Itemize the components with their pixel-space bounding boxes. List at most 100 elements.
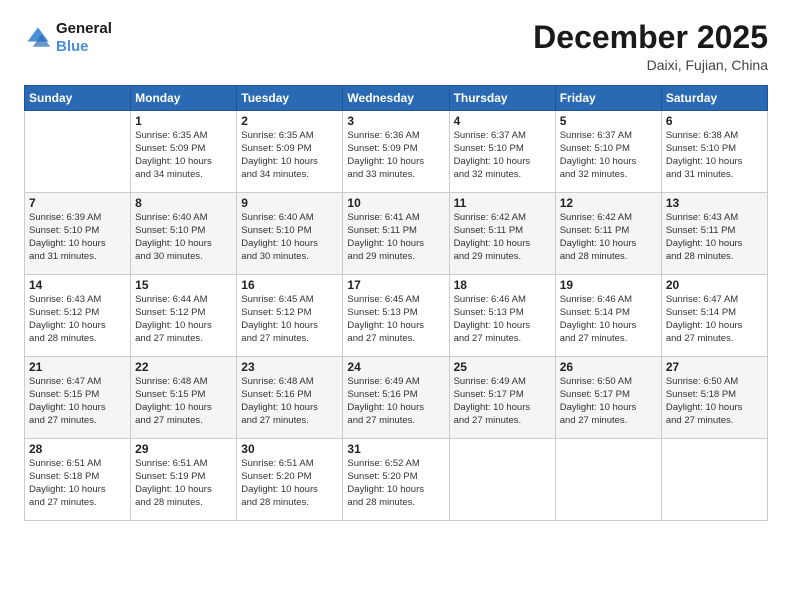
day-cell: 16 Sunrise: 6:45 AMSunset: 5:12 PMDayligh… bbox=[237, 275, 343, 357]
day-cell: 12 Sunrise: 6:42 AMSunset: 5:11 PMDayligh… bbox=[555, 193, 661, 275]
calendar-subtitle: Daixi, Fujian, China bbox=[533, 57, 768, 73]
day-info: Sunrise: 6:45 AMSunset: 5:12 PMDaylight:… bbox=[241, 294, 338, 345]
day-info: Sunrise: 6:36 AMSunset: 5:09 PMDaylight:… bbox=[347, 130, 444, 181]
day-cell: 3Sunrise: 6:36 AMSunset: 5:09 PMDaylight… bbox=[343, 111, 449, 193]
day-info: Sunrise: 6:48 AMSunset: 5:16 PMDaylight:… bbox=[241, 376, 338, 427]
day-number: 8 bbox=[135, 196, 232, 210]
day-number: 19 bbox=[560, 278, 657, 292]
day-cell: 26 Sunrise: 6:50 AMSunset: 5:17 PMDayligh… bbox=[555, 357, 661, 439]
day-cell bbox=[449, 439, 555, 521]
day-number: 24 bbox=[347, 360, 444, 374]
day-info: Sunrise: 6:52 AMSunset: 5:20 PMDaylight:… bbox=[347, 458, 444, 509]
day-number: 26 bbox=[560, 360, 657, 374]
column-header-tuesday: Tuesday bbox=[237, 86, 343, 111]
day-cell: 9 Sunrise: 6:40 AMSunset: 5:10 PMDaylight… bbox=[237, 193, 343, 275]
week-row-3: 14 Sunrise: 6:43 AMSunset: 5:12 PMDayligh… bbox=[25, 275, 768, 357]
day-info: Sunrise: 6:45 AMSunset: 5:13 PMDaylight:… bbox=[347, 294, 444, 345]
column-header-sunday: Sunday bbox=[25, 86, 131, 111]
day-number: 6 bbox=[666, 114, 763, 128]
day-number: 15 bbox=[135, 278, 232, 292]
day-number: 27 bbox=[666, 360, 763, 374]
day-cell: 5 Sunrise: 6:37 AMSunset: 5:10 PMDaylight… bbox=[555, 111, 661, 193]
day-info: Sunrise: 6:42 AMSunset: 5:11 PMDaylight:… bbox=[454, 212, 551, 263]
day-number: 7 bbox=[29, 196, 126, 210]
day-info: Sunrise: 6:43 AMSunset: 5:11 PMDaylight:… bbox=[666, 212, 763, 263]
day-info: Sunrise: 6:49 AMSunset: 5:16 PMDaylight:… bbox=[347, 376, 444, 427]
day-cell: 14 Sunrise: 6:43 AMSunset: 5:12 PMDayligh… bbox=[25, 275, 131, 357]
day-number: 22 bbox=[135, 360, 232, 374]
title-block: December 2025 Daixi, Fujian, China bbox=[533, 20, 768, 73]
calendar-title: December 2025 bbox=[533, 20, 768, 55]
day-info: Sunrise: 6:40 AMSunset: 5:10 PMDaylight:… bbox=[241, 212, 338, 263]
day-number: 16 bbox=[241, 278, 338, 292]
day-cell: 6Sunrise: 6:38 AMSunset: 5:10 PMDaylight… bbox=[661, 111, 767, 193]
day-cell: 10Sunrise: 6:41 AMSunset: 5:11 PMDayligh… bbox=[343, 193, 449, 275]
day-number: 25 bbox=[454, 360, 551, 374]
day-number: 31 bbox=[347, 442, 444, 456]
day-number: 14 bbox=[29, 278, 126, 292]
day-cell bbox=[25, 111, 131, 193]
day-cell: 20 Sunrise: 6:47 AMSunset: 5:14 PMDayligh… bbox=[661, 275, 767, 357]
day-number: 4 bbox=[454, 114, 551, 128]
day-cell: 8 Sunrise: 6:40 AMSunset: 5:10 PMDaylight… bbox=[131, 193, 237, 275]
day-cell: 25 Sunrise: 6:49 AMSunset: 5:17 PMDayligh… bbox=[449, 357, 555, 439]
day-number: 18 bbox=[454, 278, 551, 292]
day-info: Sunrise: 6:42 AMSunset: 5:11 PMDaylight:… bbox=[560, 212, 657, 263]
day-info: Sunrise: 6:51 AMSunset: 5:18 PMDaylight:… bbox=[29, 458, 126, 509]
day-cell: 7 Sunrise: 6:39 AMSunset: 5:10 PMDaylight… bbox=[25, 193, 131, 275]
day-info: Sunrise: 6:44 AMSunset: 5:12 PMDaylight:… bbox=[135, 294, 232, 345]
column-header-friday: Friday bbox=[555, 86, 661, 111]
day-info: Sunrise: 6:43 AMSunset: 5:12 PMDaylight:… bbox=[29, 294, 126, 345]
day-number: 23 bbox=[241, 360, 338, 374]
week-row-5: 28Sunrise: 6:51 AMSunset: 5:18 PMDayligh… bbox=[25, 439, 768, 521]
day-info: Sunrise: 6:47 AMSunset: 5:14 PMDaylight:… bbox=[666, 294, 763, 345]
week-row-1: 1Sunrise: 6:35 AMSunset: 5:09 PMDaylight… bbox=[25, 111, 768, 193]
day-info: Sunrise: 6:40 AMSunset: 5:10 PMDaylight:… bbox=[135, 212, 232, 263]
column-header-saturday: Saturday bbox=[661, 86, 767, 111]
day-info: Sunrise: 6:46 AMSunset: 5:13 PMDaylight:… bbox=[454, 294, 551, 345]
day-number: 29 bbox=[135, 442, 232, 456]
day-number: 12 bbox=[560, 196, 657, 210]
day-cell: 30Sunrise: 6:51 AMSunset: 5:20 PMDayligh… bbox=[237, 439, 343, 521]
day-number: 21 bbox=[29, 360, 126, 374]
day-info: Sunrise: 6:51 AMSunset: 5:19 PMDaylight:… bbox=[135, 458, 232, 509]
day-cell bbox=[661, 439, 767, 521]
day-info: Sunrise: 6:51 AMSunset: 5:20 PMDaylight:… bbox=[241, 458, 338, 509]
day-info: Sunrise: 6:35 AMSunset: 5:09 PMDaylight:… bbox=[135, 130, 232, 181]
day-info: Sunrise: 6:37 AMSunset: 5:10 PMDaylight:… bbox=[454, 130, 551, 181]
day-info: Sunrise: 6:39 AMSunset: 5:10 PMDaylight:… bbox=[29, 212, 126, 263]
day-number: 5 bbox=[560, 114, 657, 128]
day-cell: 15 Sunrise: 6:44 AMSunset: 5:12 PMDayligh… bbox=[131, 275, 237, 357]
day-cell: 23 Sunrise: 6:48 AMSunset: 5:16 PMDayligh… bbox=[237, 357, 343, 439]
header: General Blue December 2025 Daixi, Fujian… bbox=[24, 20, 768, 73]
week-row-4: 21Sunrise: 6:47 AMSunset: 5:15 PMDayligh… bbox=[25, 357, 768, 439]
logo-text: General Blue bbox=[56, 20, 112, 56]
day-info: Sunrise: 6:48 AMSunset: 5:15 PMDaylight:… bbox=[135, 376, 232, 427]
column-header-wednesday: Wednesday bbox=[343, 86, 449, 111]
day-number: 9 bbox=[241, 196, 338, 210]
day-cell: 22 Sunrise: 6:48 AMSunset: 5:15 PMDayligh… bbox=[131, 357, 237, 439]
day-cell: 1Sunrise: 6:35 AMSunset: 5:09 PMDaylight… bbox=[131, 111, 237, 193]
calendar-table: SundayMondayTuesdayWednesdayThursdayFrid… bbox=[24, 85, 768, 521]
day-number: 2 bbox=[241, 114, 338, 128]
day-number: 17 bbox=[347, 278, 444, 292]
day-info: Sunrise: 6:37 AMSunset: 5:10 PMDaylight:… bbox=[560, 130, 657, 181]
day-cell: 18 Sunrise: 6:46 AMSunset: 5:13 PMDayligh… bbox=[449, 275, 555, 357]
week-row-2: 7 Sunrise: 6:39 AMSunset: 5:10 PMDaylight… bbox=[25, 193, 768, 275]
day-info: Sunrise: 6:50 AMSunset: 5:18 PMDaylight:… bbox=[666, 376, 763, 427]
day-info: Sunrise: 6:50 AMSunset: 5:17 PMDaylight:… bbox=[560, 376, 657, 427]
day-cell: 24 Sunrise: 6:49 AMSunset: 5:16 PMDayligh… bbox=[343, 357, 449, 439]
calendar-page: General Blue December 2025 Daixi, Fujian… bbox=[0, 0, 792, 612]
day-number: 20 bbox=[666, 278, 763, 292]
day-cell: 17 Sunrise: 6:45 AMSunset: 5:13 PMDayligh… bbox=[343, 275, 449, 357]
logo: General Blue bbox=[24, 20, 112, 56]
column-header-monday: Monday bbox=[131, 86, 237, 111]
day-info: Sunrise: 6:35 AMSunset: 5:09 PMDaylight:… bbox=[241, 130, 338, 181]
day-cell: 31 Sunrise: 6:52 AMSunset: 5:20 PMDayligh… bbox=[343, 439, 449, 521]
logo-icon bbox=[24, 24, 52, 52]
day-info: Sunrise: 6:49 AMSunset: 5:17 PMDaylight:… bbox=[454, 376, 551, 427]
day-cell: 28Sunrise: 6:51 AMSunset: 5:18 PMDayligh… bbox=[25, 439, 131, 521]
day-cell: 21Sunrise: 6:47 AMSunset: 5:15 PMDayligh… bbox=[25, 357, 131, 439]
day-cell: 2 Sunrise: 6:35 AMSunset: 5:09 PMDaylight… bbox=[237, 111, 343, 193]
day-header-row: SundayMondayTuesdayWednesdayThursdayFrid… bbox=[25, 86, 768, 111]
